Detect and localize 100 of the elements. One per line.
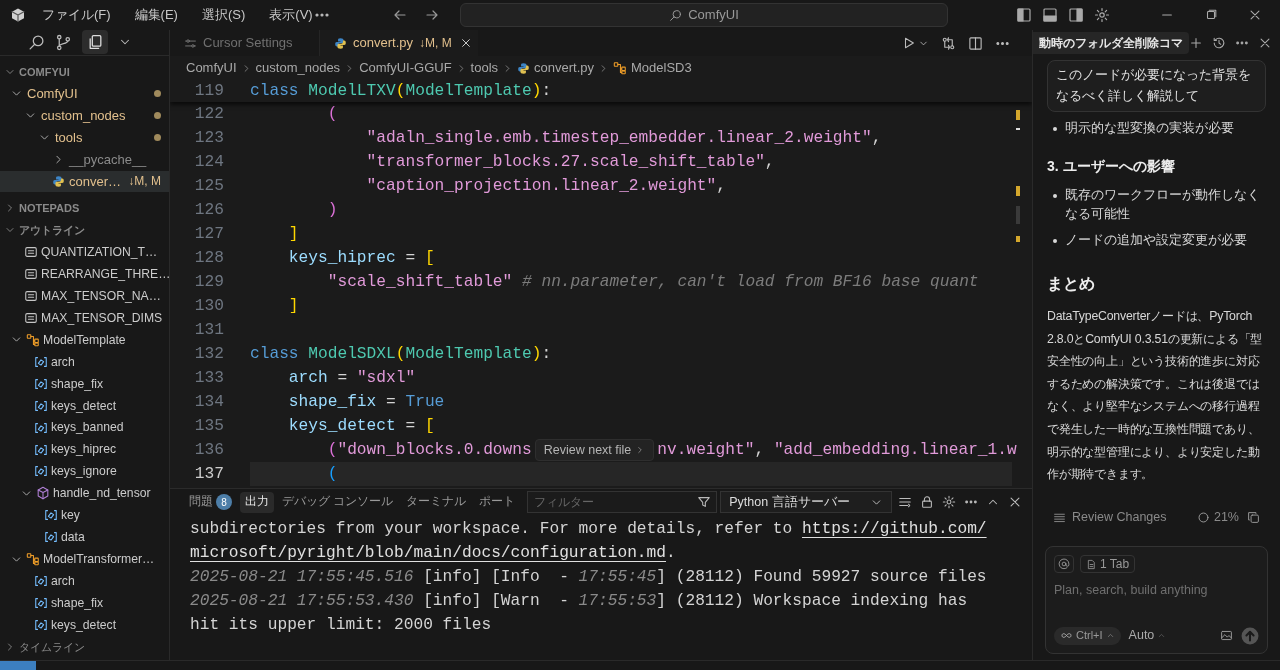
field-icon [34,354,48,369]
code-line: keys_detect = [ [287,415,435,437]
review-changes-link[interactable]: Review Changes [1072,507,1167,527]
tree-item[interactable]: tools [0,126,169,149]
bottom-panel-toggle-icon[interactable] [1042,7,1058,23]
field-icon [44,530,58,545]
panel-tab[interactable]: ポート [474,491,521,513]
field-icon [34,464,48,479]
left-panel-toggle-icon[interactable] [1016,7,1032,23]
outline-item[interactable]: keys_detect [0,394,169,417]
section-header[interactable]: タイムライン [0,636,169,658]
menu-item[interactable]: ファイル(F) [42,5,111,25]
breadcrumb-item[interactable]: convert.py [517,58,595,78]
outline-item[interactable]: MAX_TENSOR_DIMS [0,307,169,329]
outline-item[interactable]: keys_detect [0,613,169,636]
line-number: 137 [193,463,224,485]
git-status: ↓M, M [419,35,452,52]
word-wrap-icon[interactable] [898,495,912,509]
outline-item[interactable]: data [0,526,169,549]
right-panel-toggle-icon[interactable] [1068,7,1084,23]
outline-item[interactable]: key [0,504,169,527]
code-line: ) [326,199,338,221]
close-icon[interactable] [1258,36,1272,50]
outline-item[interactable]: ModelTemplate [0,329,169,351]
outline-item[interactable]: ModelTransformer… [0,548,169,571]
field-icon [34,420,48,435]
play-icon[interactable] [902,36,916,50]
filter-field[interactable]: フィルター [527,491,718,513]
outline-item[interactable]: keys_banned [0,416,169,439]
context-chip[interactable]: 1 Tab [1080,555,1136,573]
lock-icon[interactable] [920,495,934,509]
scroll-marker [1016,110,1020,120]
close-icon[interactable] [1008,495,1022,509]
class-icon [26,552,40,567]
field-icon [34,617,48,632]
breadcrumb-item[interactable]: ComfyUI [186,58,237,78]
copy-icon[interactable] [1247,510,1260,524]
image-icon[interactable] [1220,629,1233,643]
panel-tab[interactable]: ターミナル [401,491,472,513]
outline-item[interactable]: shape_fix [0,592,169,614]
section-header[interactable]: COMFYUI [0,60,169,83]
outline-item[interactable]: shape_fix [0,372,169,395]
chat-tab[interactable]: 動時のフォルダ全削除コマ [1033,32,1189,54]
agent-mode-button[interactable]: Ctrl+I [1054,626,1121,645]
settings-icon[interactable] [942,495,956,509]
line-number: 128 [193,247,224,269]
section-heading: まとめ [1047,274,1096,294]
line-number: 136 [193,439,224,461]
code-line: ] [287,223,299,245]
menu-item[interactable]: 編集(E) [134,5,178,25]
compare-icon[interactable] [941,35,956,51]
outline-item[interactable]: REARRANGE_THRE… [0,263,169,286]
python-icon [52,175,65,188]
breadcrumb-item[interactable]: tools [470,58,499,78]
tree-item[interactable]: custom_nodes [0,104,169,127]
explorer-icon[interactable] [82,30,108,55]
review-next-file-button[interactable]: Review next file [534,439,655,461]
at-icon[interactable] [1054,555,1074,573]
breadcrumb-item[interactable]: ModelSD3 [613,58,692,78]
outline-item[interactable]: MAX_TENSOR_NA… [0,285,169,308]
search-field[interactable]: ComfyUI [460,3,948,27]
line-number: 123 [193,127,224,149]
outline-item[interactable]: QUANTIZATION_T… [0,241,169,264]
section-header[interactable]: アウトライン [0,219,169,242]
code-line: shape_fix = True [287,391,445,413]
menu-item[interactable]: 表示(V) [269,5,313,25]
tree-item[interactable]: ComfyUI [0,82,169,105]
maximize-icon[interactable] [1204,8,1218,22]
bullet-icon [1053,239,1057,243]
search-icon[interactable] [28,33,45,51]
plus-icon[interactable] [1189,36,1203,50]
source-control-icon[interactable] [55,33,72,51]
bullet-icon [1053,194,1057,198]
code-line: "adaln_single.emb.timestep_embedder.linear_2.weight", [365,127,882,149]
settings-icon[interactable] [1094,7,1110,23]
channel-dropdown[interactable]: Python 言語サーバー [720,491,893,513]
outline-item[interactable]: keys_ignore [0,460,169,483]
code-line: arch = "sdxl" [287,367,416,389]
outline-item[interactable]: handle_nd_tensor [0,482,169,505]
panel-tab[interactable]: デバッグ コンソール [277,491,399,513]
outline-item[interactable]: arch [0,570,169,593]
tree-item[interactable]: __pycache__ [0,148,169,171]
history-icon[interactable] [1212,36,1226,50]
section-header[interactable]: NOTEPADS [0,197,169,220]
close-icon[interactable] [1248,8,1262,22]
breadcrumb-item[interactable]: ComfyUI-GGUF [359,58,452,78]
panel-tab[interactable]: 出力 [240,491,274,513]
outline-item[interactable]: arch [0,350,169,373]
panel-tab[interactable]: 問題 8 [184,491,237,513]
model-selector[interactable]: Auto [1128,626,1167,645]
split-editor-icon[interactable] [968,35,983,51]
chat-input[interactable]: Plan, search, build anything [1054,581,1259,600]
close-icon[interactable] [459,37,472,49]
menu-item[interactable]: 選択(S) [201,5,246,25]
tree-item[interactable]: conver… ↓M, M [0,170,169,193]
breadcrumb-item[interactable]: custom_nodes [255,58,341,78]
code-line: "scale_shift_table" # nn.parameter, can't load from BF16 base quant [326,271,979,293]
outline-item[interactable]: keys_hiprec [0,438,169,461]
line-number: 129 [193,271,224,293]
line-number: 122 [193,103,224,125]
